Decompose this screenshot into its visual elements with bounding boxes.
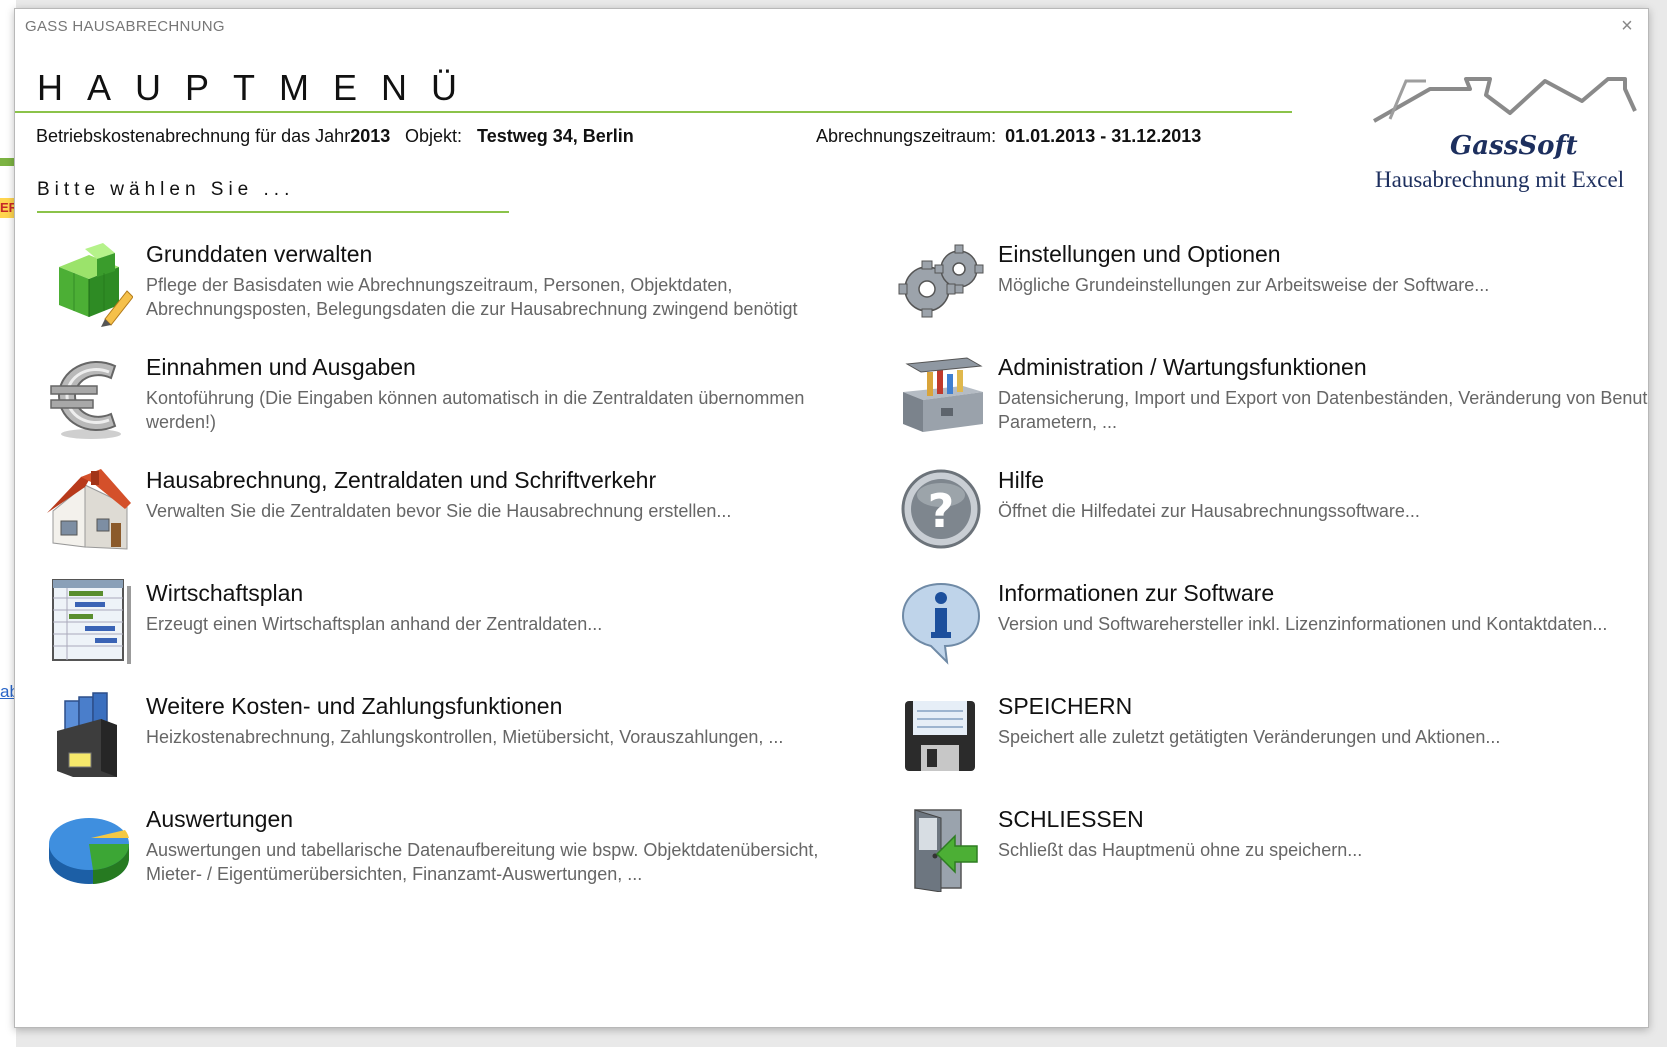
menu-item-wirtschaftsplan[interactable]: Wirtschaftsplan Erzeugt einen Wirtschaft… (45, 578, 865, 678)
menu-item-schliessen[interactable]: SCHLIESSEN Schließt das Hauptmenü ohne z… (897, 804, 1648, 904)
cube-edit-icon (45, 239, 134, 327)
logo-roof-icon (1373, 77, 1637, 123)
menu-item-weitere-kosten[interactable]: Weitere Kosten- und Zahlungsfunktionen H… (45, 691, 865, 791)
menu-item-title: SPEICHERN (998, 693, 1133, 719)
page-title: HAUPTMENÜ (37, 67, 482, 108)
menu-item-description: Schließt das Hauptmenü ohne zu speichern… (998, 840, 1363, 860)
svg-text:?: ? (928, 484, 955, 538)
prompt-divider (37, 211, 509, 213)
menu-item-description: Auswertungen und tabellarische Datenaufb… (146, 840, 819, 884)
menu-item-title: Hausabrechnung, Zentraldaten und Schrift… (146, 467, 657, 493)
house-icon (45, 465, 133, 553)
menu-item-auswertungen[interactable]: Auswertungen Auswertungen und tabellaris… (45, 804, 865, 904)
menu-item-title: Hilfe (998, 467, 1045, 493)
menu-item-title: Informationen zur Software (998, 580, 1275, 606)
folders-icon (45, 691, 133, 779)
logo-subtitle: Hausabrechnung mit Excel (1375, 167, 1625, 192)
menu-item-description: Verwalten Sie die Zentraldaten bevor Sie… (146, 501, 732, 521)
gears-icon (897, 239, 985, 327)
period-value: 01.01.2013 - 31.12.2013 (1005, 126, 1202, 146)
close-button[interactable]: × (1616, 15, 1638, 37)
menu-item-description: Heizkostenabrechnung, Zahlungskontrollen… (146, 727, 784, 747)
menu-item-title: Einstellungen und Optionen (998, 241, 1281, 267)
menu-item-title: Weitere Kosten- und Zahlungsfunktionen (146, 693, 563, 719)
logo-brand: GassSoft (1450, 131, 1578, 161)
menu-item-speichern[interactable]: SPEICHERN Speichert alle zuletzt getätig… (897, 691, 1648, 791)
object-value: Testweg 34, Berlin (477, 126, 634, 146)
background-tag: ER (0, 198, 18, 218)
menu-item-title: Administration / Wartungsfunktionen (998, 354, 1367, 380)
menu-item-description: Mögliche Grundeinstellungen zur Arbeitsw… (998, 275, 1490, 295)
menu-item-description: Datensicherung, Import und Export von Da… (998, 388, 1649, 432)
pie-chart-icon (45, 804, 133, 892)
menu-item-description: Version und Softwarehersteller inkl. Liz… (998, 614, 1608, 634)
menu-item-description: Erzeugt einen Wirtschaftsplan anhand der… (146, 614, 603, 634)
main-menu-dialog: GASS HAUSABRECHNUNG × HAUPTMENÜ Betriebs… (14, 8, 1649, 1028)
period-label: Abrechnungszeitraum: (816, 126, 997, 146)
menu-item-description: Pflege der Basisdaten wie Abrechnungszei… (146, 275, 798, 319)
menu-item-hilfe[interactable]: ? Hilfe Öffnet die Hilfedatei zur Hausab… (897, 465, 1648, 565)
menu-item-grunddaten[interactable]: Grunddaten verwalten Pflege der Basisdat… (45, 239, 865, 339)
period-info: Abrechnungszeitraum: 01.01.2013 - 31.12.… (816, 126, 1201, 147)
menu-item-hausabrechnung[interactable]: Hausabrechnung, Zentraldaten und Schrift… (45, 465, 865, 565)
euro-icon (45, 352, 133, 440)
menu-item-description: Öffnet die Hilfedatei zur Hausabrechnung… (998, 501, 1420, 521)
floppy-disk-icon (897, 691, 985, 779)
menu-item-title: Grunddaten verwalten (146, 241, 373, 267)
logo: GassSoft Hausabrechnung mit Excel (1360, 71, 1648, 201)
menu-item-title: Einnahmen und Ausgaben (146, 354, 416, 380)
object-label: Objekt: (405, 126, 463, 146)
menu-item-einnahmen-ausgaben[interactable]: Einnahmen und Ausgaben Kontoführung (Die… (45, 352, 865, 452)
billing-year-value: 2013 (350, 126, 391, 146)
menu-item-title: Auswertungen (146, 806, 294, 832)
billing-year: Betriebskostenabrechnung für das Jahr201… (36, 126, 390, 147)
menu-item-description: Speichert alle zuletzt getätigten Veränd… (998, 727, 1501, 747)
toolbox-icon (897, 352, 985, 440)
exit-door-icon (897, 804, 985, 893)
menu-item-informationen[interactable]: Informationen zur Software Version und S… (897, 578, 1648, 678)
object-info: Objekt: Testweg 34, Berlin (405, 126, 634, 147)
help-icon: ? (897, 465, 985, 553)
menu-item-einstellungen[interactable]: Einstellungen und Optionen Mögliche Grun… (897, 239, 1648, 339)
menu-item-title: SCHLIESSEN (998, 806, 1144, 832)
window-title: GASS HAUSABRECHNUNG (25, 18, 225, 35)
menu-item-description: Kontoführung (Die Eingaben können automa… (146, 388, 805, 432)
selection-prompt: Bitte wählen Sie ... (37, 179, 295, 200)
menu-item-title: Wirtschaftsplan (146, 580, 304, 606)
heading-divider (15, 111, 1292, 113)
menu-item-administration[interactable]: Administration / Wartungsfunktionen Date… (897, 352, 1649, 452)
gantt-chart-icon (45, 578, 133, 666)
billing-year-label: Betriebskostenabrechnung für das Jahr (36, 126, 351, 146)
info-icon (897, 578, 985, 666)
